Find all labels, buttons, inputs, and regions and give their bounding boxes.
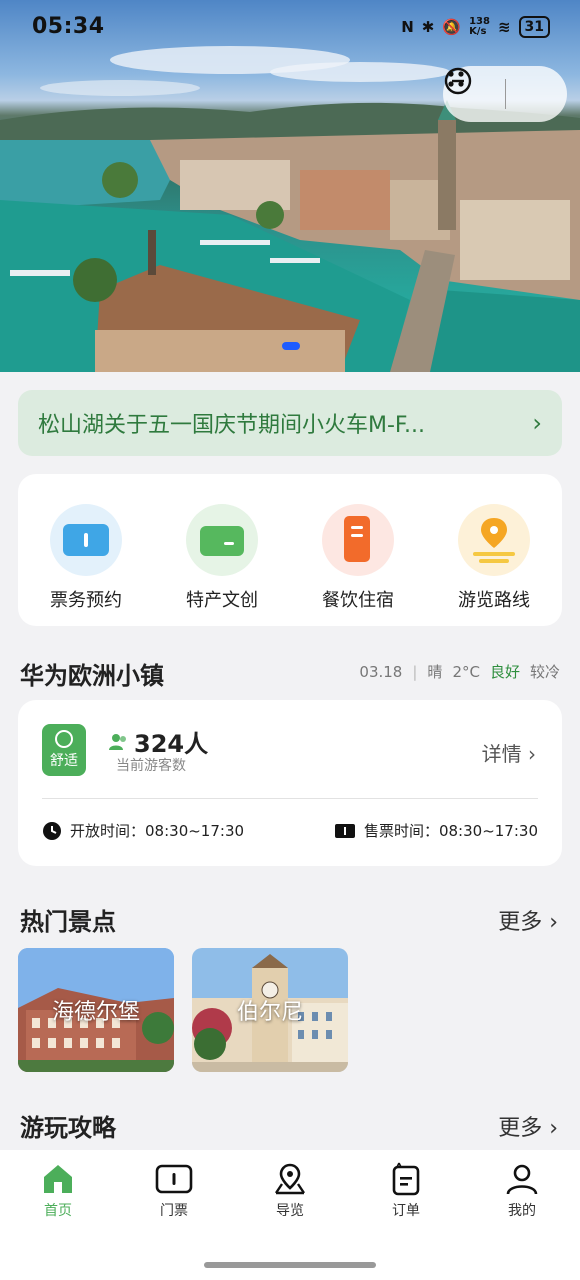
minimize-button[interactable] bbox=[444, 66, 567, 122]
status-icons: N ✱ 🔕 138 K/s ≋ 31 bbox=[401, 16, 550, 38]
service-dining[interactable]: 餐饮住宿 bbox=[290, 474, 426, 626]
service-label: 餐饮住宿 bbox=[322, 590, 394, 611]
wallet-icon bbox=[186, 504, 258, 576]
ticket-icon bbox=[50, 504, 122, 576]
status-time: 05:34 bbox=[32, 14, 105, 39]
notice-bar[interactable]: 松山湖关于五一国庆节期间小火车M-F... › bbox=[18, 390, 562, 456]
tab-profile[interactable]: 我的 bbox=[464, 1162, 580, 1220]
tab-label: 导览 bbox=[276, 1203, 304, 1219]
miniprogram-capsule bbox=[443, 66, 567, 122]
open-hours-value: 08:30~17:30 bbox=[145, 822, 245, 840]
map-pin-icon bbox=[275, 1163, 305, 1195]
open-hours-label: 开放时间： bbox=[70, 822, 146, 840]
wifi-icon: ≋ bbox=[497, 18, 511, 36]
tab-label: 我的 bbox=[508, 1203, 536, 1219]
tab-label: 订单 bbox=[392, 1203, 420, 1219]
ticket-hours: 售票时间：08:30~17:30 bbox=[334, 820, 538, 841]
weather-temperature: 2°C bbox=[452, 662, 480, 681]
user-icon bbox=[506, 1164, 538, 1195]
service-route[interactable]: 游览路线 bbox=[426, 474, 562, 626]
tab-home[interactable]: 首页 bbox=[0, 1162, 116, 1220]
hot-spots-title: 热门景点 bbox=[20, 908, 116, 936]
weather-separator: | bbox=[412, 662, 418, 681]
detail-link[interactable]: 详情 › bbox=[482, 738, 536, 767]
clock-icon bbox=[43, 821, 61, 840]
tab-label: 门票 bbox=[160, 1203, 188, 1219]
service-ticket-booking[interactable]: 票务预约 bbox=[18, 474, 154, 626]
order-icon bbox=[392, 1162, 420, 1196]
hero-banner[interactable]: 05:34 N ✱ 🔕 138 K/s ≋ 31 bbox=[0, 0, 580, 372]
home-icon bbox=[44, 1165, 72, 1193]
weather-info: 03.18 | 晴 2°C 良好 较冷 bbox=[359, 661, 560, 682]
status-bar: 05:34 N ✱ 🔕 138 K/s ≋ 31 bbox=[0, 0, 580, 58]
service-label: 票务预约 bbox=[50, 590, 122, 611]
tab-tickets[interactable]: 门票 bbox=[116, 1162, 232, 1220]
ticket-small-icon bbox=[334, 823, 355, 838]
minimize-icon bbox=[444, 67, 472, 95]
visitor-count-label: 当前游客数 bbox=[116, 758, 186, 774]
hot-spots-more-link[interactable]: 更多 › bbox=[498, 904, 558, 936]
tab-label: 首页 bbox=[44, 1203, 72, 1219]
smile-icon bbox=[55, 730, 73, 748]
ticket-icon bbox=[155, 1164, 193, 1194]
service-specialty[interactable]: 特产文创 bbox=[154, 474, 290, 626]
guides-more-link[interactable]: 更多 › bbox=[498, 1110, 558, 1142]
comfort-label: 舒适 bbox=[50, 753, 78, 769]
ticket-hours-label: 售票时间： bbox=[363, 822, 439, 840]
crowd-card: 舒适 324人 当前游客数 详情 › 开放时间：08:30~17:30 售票时间… bbox=[18, 700, 562, 866]
battery-level: 31 bbox=[518, 16, 550, 38]
divider bbox=[42, 798, 538, 799]
spot-card[interactable]: 伯尔尼 bbox=[192, 948, 348, 1072]
visitors-icon bbox=[109, 734, 126, 750]
tab-guide[interactable]: 导览 bbox=[232, 1162, 348, 1220]
visitor-count: 324人 bbox=[134, 730, 209, 758]
weather-condition: 晴 bbox=[427, 663, 443, 681]
weather-date: 03.18 bbox=[359, 662, 403, 681]
service-label: 游览路线 bbox=[458, 590, 530, 611]
nfc-icon: N bbox=[401, 18, 414, 36]
bottom-tab-bar: 首页 门票 导览 订单 我的 bbox=[0, 1150, 580, 1280]
route-icon bbox=[458, 504, 530, 576]
scenic-title: 华为欧洲小镇 bbox=[20, 662, 164, 690]
chevron-right-icon: › bbox=[532, 409, 542, 437]
comfort-badge: 舒适 bbox=[42, 724, 86, 776]
carousel-indicator bbox=[282, 342, 300, 350]
home-indicator[interactable] bbox=[204, 1262, 376, 1268]
mute-icon: 🔕 bbox=[442, 18, 462, 36]
food-icon bbox=[322, 504, 394, 576]
service-label: 特产文创 bbox=[186, 590, 258, 611]
guides-title: 游玩攻略 bbox=[20, 1114, 116, 1142]
network-speed: 138 K/s bbox=[469, 16, 490, 37]
feel-temperature: 较冷 bbox=[529, 663, 560, 681]
bluetooth-icon: ✱ bbox=[421, 18, 435, 36]
service-grid: 票务预约 特产文创 餐饮住宿 游览路线 bbox=[18, 474, 562, 626]
notice-text: 松山湖关于五一国庆节期间小火车M-F... bbox=[38, 413, 426, 438]
tab-orders[interactable]: 订单 bbox=[348, 1162, 464, 1220]
ticket-hours-value: 08:30~17:30 bbox=[438, 822, 538, 840]
spot-name: 海德尔堡 bbox=[51, 1000, 140, 1025]
spot-card[interactable]: 海德尔堡 bbox=[18, 948, 174, 1072]
air-quality: 良好 bbox=[489, 663, 520, 681]
open-hours: 开放时间：08:30~17:30 bbox=[42, 820, 244, 841]
spot-name: 伯尔尼 bbox=[236, 1000, 303, 1025]
